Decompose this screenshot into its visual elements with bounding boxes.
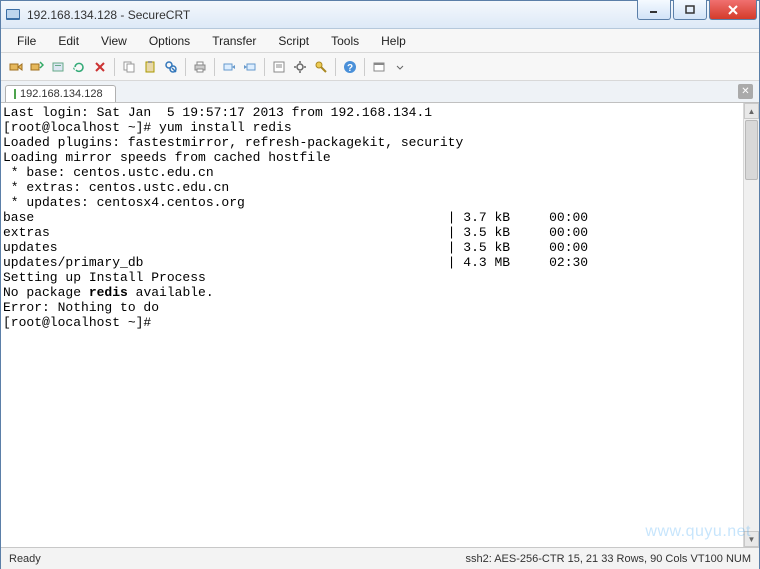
- settings-icon[interactable]: [291, 58, 309, 76]
- term-line: [root@localhost ~]#: [3, 315, 151, 330]
- term-line: Setting up Install Process: [3, 270, 206, 285]
- toolbar: ?: [1, 53, 759, 81]
- window-controls: [637, 0, 757, 20]
- term-line: * extras: centos.ustc.edu.cn: [3, 180, 229, 195]
- reconnect-icon[interactable]: [70, 58, 88, 76]
- menu-view[interactable]: View: [91, 31, 137, 51]
- scrollbar[interactable]: ▲ ▼: [743, 103, 759, 547]
- separator: [114, 58, 115, 76]
- maximize-button[interactable]: [673, 0, 707, 20]
- term-bold: redis: [89, 285, 128, 300]
- term-line: available.: [128, 285, 214, 300]
- help-icon[interactable]: ?: [341, 58, 359, 76]
- separator: [264, 58, 265, 76]
- term-line: base | 3.7 kB 00:00: [3, 210, 588, 225]
- term-line: Last login: Sat Jan 5 19:57:17 2013 from…: [3, 105, 432, 120]
- copy-icon[interactable]: [120, 58, 138, 76]
- svg-text:?: ?: [347, 63, 353, 74]
- term-line: Error: Nothing to do: [3, 300, 159, 315]
- toggle-icon[interactable]: [370, 58, 388, 76]
- disconnect-icon[interactable]: [91, 58, 109, 76]
- menu-help[interactable]: Help: [371, 31, 416, 51]
- session-tab[interactable]: 192.168.134.128: [5, 85, 116, 102]
- term-line: updates/primary_db | 4.3 MB 02:30: [3, 255, 588, 270]
- close-button[interactable]: [709, 0, 757, 20]
- terminal-area: Last login: Sat Jan 5 19:57:17 2013 from…: [1, 103, 759, 547]
- print-icon[interactable]: [191, 58, 209, 76]
- separator: [185, 58, 186, 76]
- menu-edit[interactable]: Edit: [48, 31, 89, 51]
- term-line: * updates: centosx4.centos.org: [3, 195, 245, 210]
- term-line: Loaded plugins: fastestmirror, refresh-p…: [3, 135, 463, 150]
- statusbar: Ready ssh2: AES-256-CTR 15, 21 33 Rows, …: [1, 547, 759, 569]
- term-line: Loading mirror speeds from cached hostfi…: [3, 150, 331, 165]
- status-connection: ssh2: AES-256-CTR 15, 21 33 Rows, 90 Col…: [465, 553, 751, 565]
- menu-transfer[interactable]: Transfer: [202, 31, 266, 51]
- send-icon[interactable]: [220, 58, 238, 76]
- separator: [335, 58, 336, 76]
- properties-icon[interactable]: [270, 58, 288, 76]
- term-line: updates | 3.5 kB 00:00: [3, 240, 588, 255]
- paste-icon[interactable]: [141, 58, 159, 76]
- menu-script[interactable]: Script: [268, 31, 319, 51]
- scroll-down-icon[interactable]: ▼: [744, 531, 759, 547]
- tab-label: 192.168.134.128: [20, 88, 103, 100]
- term-line: No package: [3, 285, 89, 300]
- find-icon[interactable]: [162, 58, 180, 76]
- separator: [364, 58, 365, 76]
- menu-options[interactable]: Options: [139, 31, 200, 51]
- separator: [214, 58, 215, 76]
- menu-tools[interactable]: Tools: [321, 31, 369, 51]
- app-icon: [5, 7, 21, 23]
- dropdown-icon[interactable]: [391, 58, 409, 76]
- scroll-up-icon[interactable]: ▲: [744, 103, 759, 119]
- menubar: File Edit View Options Transfer Script T…: [1, 29, 759, 53]
- term-line: [root@localhost ~]# yum install redis: [3, 120, 292, 135]
- term-line: extras | 3.5 kB 00:00: [3, 225, 588, 240]
- status-ready: Ready: [9, 553, 465, 565]
- scroll-thumb[interactable]: [745, 120, 758, 180]
- tab-close-icon[interactable]: ✕: [738, 84, 753, 99]
- minimize-button[interactable]: [637, 0, 671, 20]
- titlebar: 192.168.134.128 - SecureCRT: [1, 1, 759, 29]
- menu-file[interactable]: File: [7, 31, 46, 51]
- term-line: * base: centos.ustc.edu.cn: [3, 165, 214, 180]
- tabbar: 192.168.134.128 ✕: [1, 81, 759, 103]
- receive-icon[interactable]: [241, 58, 259, 76]
- terminal[interactable]: Last login: Sat Jan 5 19:57:17 2013 from…: [1, 103, 759, 547]
- connect-sftp-icon[interactable]: [49, 58, 67, 76]
- quick-connect-icon[interactable]: [28, 58, 46, 76]
- connect-icon[interactable]: [7, 58, 25, 76]
- key-icon[interactable]: [312, 58, 330, 76]
